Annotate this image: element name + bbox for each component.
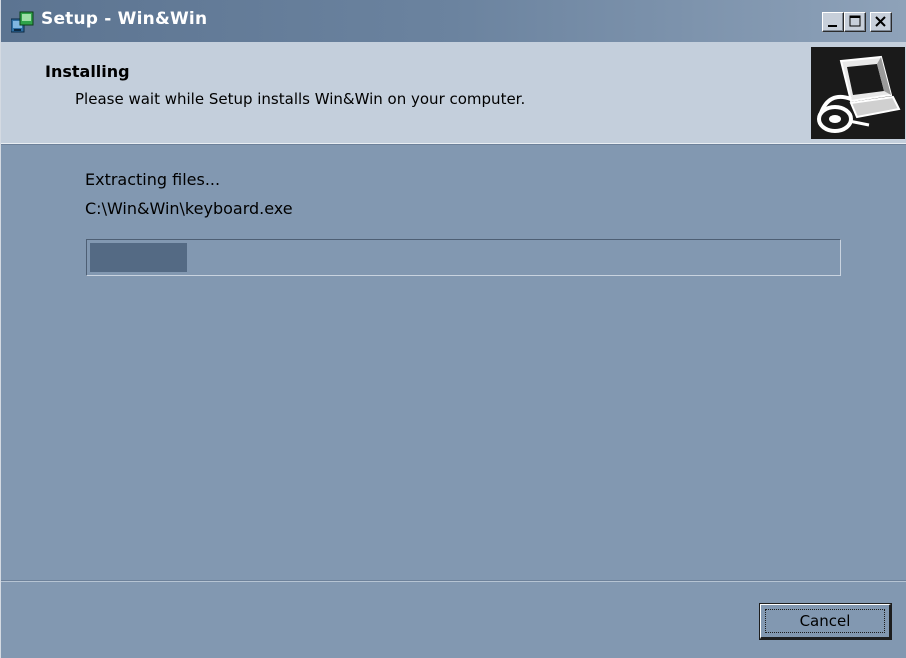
page-title: Installing [45,62,130,81]
computer-install-icon [811,47,905,139]
page-description: Please wait while Setup installs Win&Win… [75,90,526,108]
window-title: Setup - Win&Win [41,9,208,29]
title-bar[interactable]: Setup - Win&Win [1,0,906,42]
cancel-button-label: Cancel [799,612,851,630]
header-panel: Installing Please wait while Setup insta… [1,42,906,144]
close-button[interactable] [870,12,892,32]
close-icon [875,16,886,27]
setup-app-icon[interactable] [10,11,35,33]
minimize-button[interactable] [822,12,844,32]
install-progress-bar [86,239,841,276]
setup-window: Setup - Win&Win Installing Please wait w… [0,0,906,658]
footer-divider-highlight [1,581,906,582]
header-divider [1,144,906,145]
maximize-button[interactable] [844,12,866,32]
progress-fill [90,243,187,272]
cancel-button[interactable]: Cancel [759,603,892,640]
status-label: Extracting files... [85,170,221,189]
current-file-label: C:\Win&Win\keyboard.exe [85,199,293,218]
minimize-icon [828,25,837,27]
maximize-icon [849,15,861,27]
